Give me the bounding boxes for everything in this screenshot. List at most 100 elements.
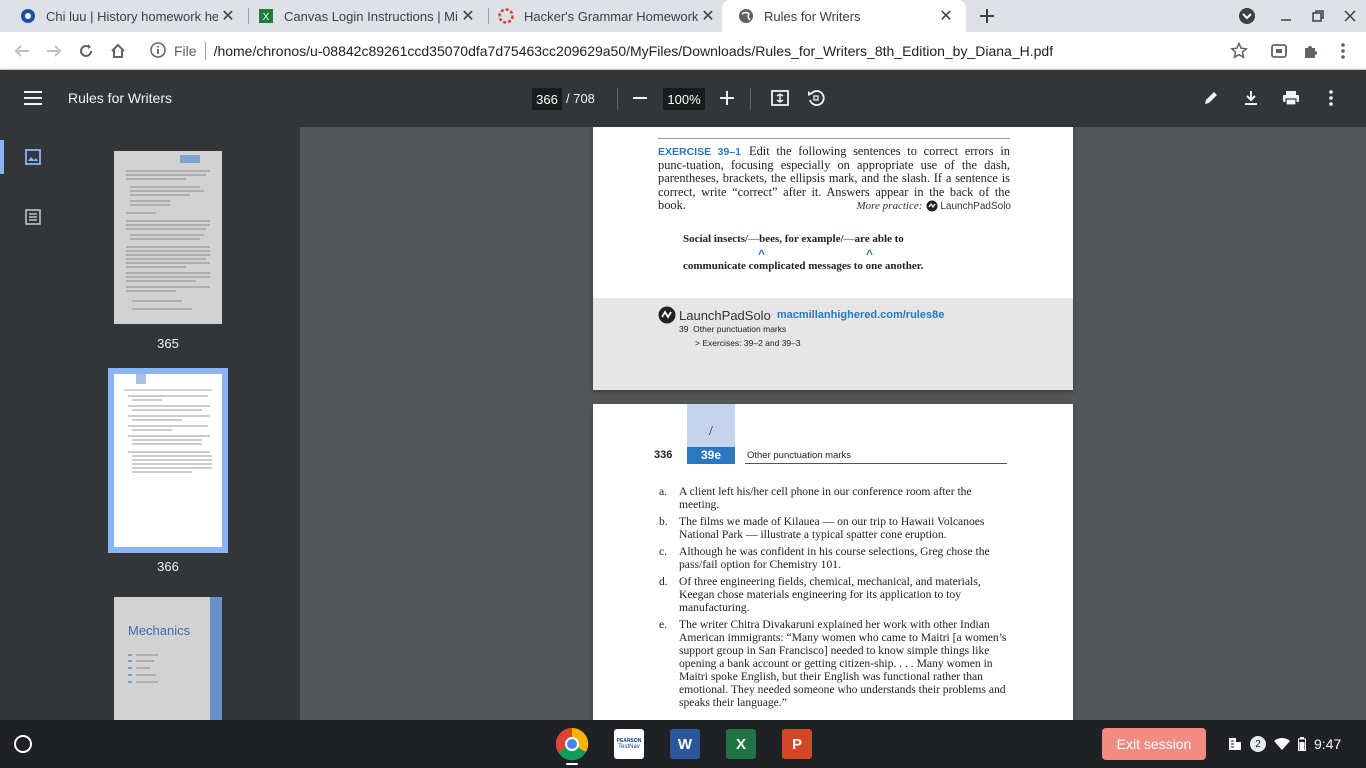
pdf-viewer[interactable]: EXERCISE 39–1 Edit the following sentence… [300,127,1366,720]
home-button[interactable] [102,35,134,67]
running-head: Other punctuation marks [747,450,852,461]
zoom-out-icon[interactable] [624,82,656,114]
status-tray[interactable]: 2 9:47 [1218,730,1358,758]
outline-view-icon[interactable] [17,201,49,233]
testnav-bottom: TestNav [618,744,640,750]
item-letter: c. [659,545,668,558]
bookmark-star-icon[interactable] [1223,35,1255,67]
powerpoint-app-icon[interactable]: P [782,729,812,759]
launcher-icon[interactable] [14,735,32,753]
more-practice-label: More practice: [856,200,923,212]
notification-count-badge: 2 [1250,736,1266,752]
address-bar[interactable]: File /home/chronos/u-08842c89261ccd35070… [140,36,1260,66]
rule-line [745,463,1007,464]
chrome-menu-icon[interactable] [1327,35,1359,67]
example-text: are able to [854,233,904,245]
rule-line [658,138,1010,139]
tab-chegg[interactable]: Chi luu | History homework help ✕ [0,0,248,32]
chrome-app-icon[interactable] [555,727,589,761]
reload-button[interactable] [70,35,102,67]
launchpad-box: LaunchPadSolo macmillanhighered.com/rule… [593,298,1073,390]
clock-time: 9:47 [1314,736,1342,752]
exit-session-button[interactable]: Exit session [1102,728,1206,760]
thumbnail-page-365[interactable] [114,151,222,324]
running-indicator [566,763,578,765]
thumb-text-lines [126,170,210,310]
tab-title: Hacker's Grammar Homework II [524,8,698,24]
example-text: Social insects/ [683,233,749,245]
excel-app-icon[interactable]: X [726,729,756,759]
close-icon[interactable]: ✕ [458,6,478,26]
tab-search-button[interactable] [1231,0,1263,32]
inserted-dash: — [843,233,855,245]
tab-symbol: / [709,424,713,439]
canvas-icon: X [258,8,274,24]
word-app-icon[interactable]: W [670,729,700,759]
chegg-icon [20,8,36,24]
tab-strip: Chi luu | History homework help ✕ X Canv… [0,0,1366,32]
thumb-tab [210,597,222,720]
section-tab: / [687,404,735,447]
launchpad-logo-icon [926,200,938,212]
extensions-puzzle-icon[interactable] [1295,35,1327,67]
launchpad-line-2: > Exercises: 39–2 and 39–3 [695,338,801,348]
chromeos-shelf: PEARSON TestNav W X P Exit session 2 9:4… [0,720,1366,768]
back-button[interactable] [6,35,38,67]
zoom-in-icon[interactable] [711,82,743,114]
print-icon[interactable] [1275,82,1307,114]
inserted-dash: — [748,233,760,245]
answer-list: a. A client left his/her cell phone in ou… [659,485,1009,709]
item-text: The writer Chitra Divakaruni explained h… [679,618,1007,709]
sidebar-menu-icon[interactable] [17,82,49,114]
tab-title: Rules for Writers [764,8,861,24]
thumb-label-366: 366 [157,559,179,574]
annotate-pencil-icon[interactable] [1195,82,1227,114]
launchpad-url[interactable]: macmillanhighered.com/rules8e [777,309,945,321]
tab-canvas-login[interactable]: X Canvas Login Instructions | Miss ✕ [238,0,488,32]
more-options-icon[interactable] [1315,82,1347,114]
rotate-icon[interactable] [800,82,832,114]
battery-icon [1298,737,1306,751]
zoom-input[interactable]: 100% [663,88,705,110]
item-text: Of three engineering fields, chemical, m… [679,575,981,614]
new-tab-button[interactable] [971,0,1003,32]
info-icon[interactable] [150,41,166,61]
close-icon[interactable]: ✕ [936,6,956,26]
thumbnail-page-366[interactable] [114,374,222,547]
forward-button[interactable] [38,35,70,67]
download-icon[interactable] [1235,82,1267,114]
tab-rules-for-writers[interactable]: Rules for Writers ✕ [722,0,966,32]
thumbnails-view-icon[interactable] [17,141,49,173]
item-letter: b. [659,515,668,528]
thumb-label-365: 365 [157,336,179,351]
item-letter: a. [659,485,668,498]
close-icon[interactable]: ✕ [698,6,718,26]
example-text: bees, for example/ [759,233,844,245]
exercise-label: EXERCISE 39–1 [658,146,741,158]
pdf-toolbar: Rules for Writers 366 / 708 100% [0,70,1366,127]
item-text: Although he was confident in his course … [679,545,990,571]
restore-button[interactable] [1302,0,1334,32]
list-item: a. A client left his/her cell phone in ou… [659,485,1009,511]
page-number-input[interactable]: 366 [532,88,562,110]
thumb-text-lines [124,389,212,473]
thumb-text-lines [128,654,158,683]
list-item: d. Of three engineering fields, chemical,… [659,575,1009,614]
pdf-page-365: EXERCISE 39–1 Edit the following sentence… [593,127,1073,390]
close-window-button[interactable] [1334,0,1366,32]
close-icon[interactable]: ✕ [218,6,238,26]
minimize-button[interactable] [1270,0,1302,32]
scheme-label: File [174,43,197,59]
testnav-app-icon[interactable]: PEARSON TestNav [614,729,644,759]
thumbnail-page-367[interactable]: Mechanics [114,597,222,720]
fit-page-icon[interactable] [764,82,796,114]
more-practice-line: More practice: LaunchPadSolo [857,200,1012,212]
launchpad-logo-icon [658,306,676,324]
wifi-icon [1274,737,1290,750]
extension-tab-icon[interactable] [1263,35,1295,67]
browser-toolbar: File /home/chronos/u-08842c89261ccd35070… [0,32,1366,70]
item-letter: d. [659,575,668,588]
item-letter: e. [659,618,668,631]
section-number: 39e [687,447,735,464]
tab-hackers-grammar[interactable]: Hacker's Grammar Homework II ✕ [478,0,728,32]
